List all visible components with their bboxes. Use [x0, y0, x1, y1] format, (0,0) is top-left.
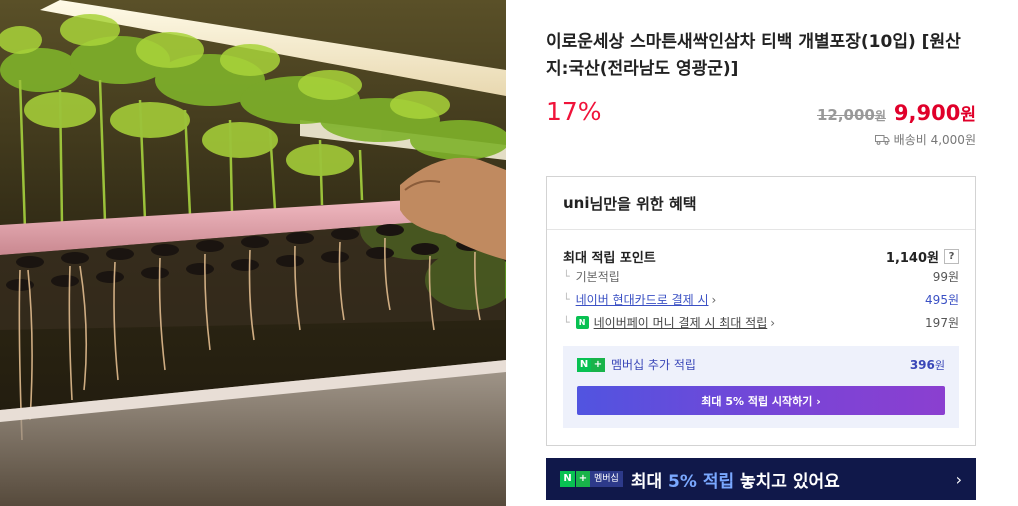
chevron-right-icon: › — [955, 469, 962, 489]
membership-row: N + 멤버십 추가 적립 396원 — [577, 356, 945, 373]
original-price-unit: 원 — [874, 109, 886, 123]
chevron-right-icon: › — [711, 292, 717, 307]
truck-icon — [874, 135, 890, 145]
basic-points-label: 기본적립 — [575, 270, 620, 284]
shipping-fee: 배송비 4,000원 — [893, 133, 976, 147]
banner-text-after: 놓치고 있어요 — [734, 471, 840, 492]
sale-price-unit: 원 — [960, 105, 976, 125]
naver-plus-membership-badge: N + 멤버십 — [560, 471, 623, 487]
ginseng-sprout-photo — [0, 0, 506, 506]
npay-points-value: 197원 — [925, 316, 959, 330]
badge-plus: + — [575, 471, 590, 487]
user-name: uni — [563, 194, 590, 212]
membership-value-unit: 원 — [934, 358, 945, 372]
membership-value: 396원 — [910, 357, 945, 373]
npay-icon: N — [575, 316, 589, 329]
membership-banner[interactable]: N + 멤버십 최대 5% 적립 놓치고 있어요 › — [546, 458, 976, 500]
product-image[interactable] — [0, 0, 506, 506]
help-icon[interactable]: ? — [944, 249, 959, 264]
original-price: 12,000원 — [817, 106, 886, 124]
original-price-value: 12,000 — [816, 106, 875, 124]
membership-box: N + 멤버십 추가 적립 396원 최대 5% 적립 시작하기 › — [563, 346, 959, 428]
max-points-label: 최대 적립 포인트 — [563, 251, 656, 266]
tree-branch-icon: └ — [563, 293, 570, 306]
membership-value-number: 396 — [909, 357, 935, 372]
basic-points-value: 99원 — [932, 270, 959, 284]
npay-points-link[interactable]: 네이버페이 머니 결제 시 최대 적립 — [594, 314, 768, 331]
badge-n: N — [560, 471, 575, 487]
price-row: 12,000원 9,900원 — [817, 100, 976, 125]
benefit-header: uni 님만을 위한 혜택 — [547, 177, 975, 230]
max-points-row: 최대 적립 포인트 1,140원 ? — [563, 247, 959, 266]
badge-membership: 멤버십 — [590, 471, 623, 487]
chevron-right-icon: › — [770, 315, 776, 330]
card-points-row[interactable]: └ 네이버 현대카드로 결제 시 › 495원 — [563, 291, 959, 308]
tree-branch-icon: └ — [563, 316, 570, 329]
max-points-value: 1,140원 — [885, 251, 939, 266]
discount-rate: 17% — [546, 97, 602, 126]
benefit-box: uni 님만을 위한 혜택 최대 적립 포인트 1,140원 ? └ 기본적립 9… — [546, 176, 976, 446]
benefit-header-text: 님만을 위한 혜택 — [589, 194, 697, 213]
product-title: 이로운세상 스마튼새싹인삼차 티백 개별포장(10입) [원산지:국산(전라남도… — [546, 32, 961, 79]
basic-points-row: └ 기본적립 99원 — [563, 268, 959, 285]
start-membership-button[interactable]: 최대 5% 적립 시작하기 › — [577, 386, 945, 415]
npay-points-row[interactable]: └ N 네이버페이 머니 결제 시 최대 적립 › 197원 — [563, 314, 959, 331]
card-points-link[interactable]: 네이버 현대카드로 결제 시 — [576, 291, 709, 308]
banner-text-highlight: 5% 적립 — [668, 471, 735, 492]
membership-label: 멤버십 추가 적립 — [611, 358, 696, 372]
card-points-value: 495원 — [925, 293, 959, 307]
sale-price: 9,900원 — [894, 100, 976, 125]
naver-plus-icon: N + — [577, 357, 605, 372]
product-info-panel: 이로운세상 스마튼새싹인삼차 티백 개별포장(10입) [원산지:국산(전라남도… — [546, 0, 976, 506]
banner-text-before: 최대 — [630, 471, 669, 492]
banner-text: 최대 5% 적립 놓치고 있어요 — [631, 467, 840, 492]
shipping-info: 배송비 4,000원 — [874, 131, 976, 148]
sale-price-value: 9,900 — [893, 101, 961, 125]
tree-branch-icon: └ — [563, 270, 570, 283]
